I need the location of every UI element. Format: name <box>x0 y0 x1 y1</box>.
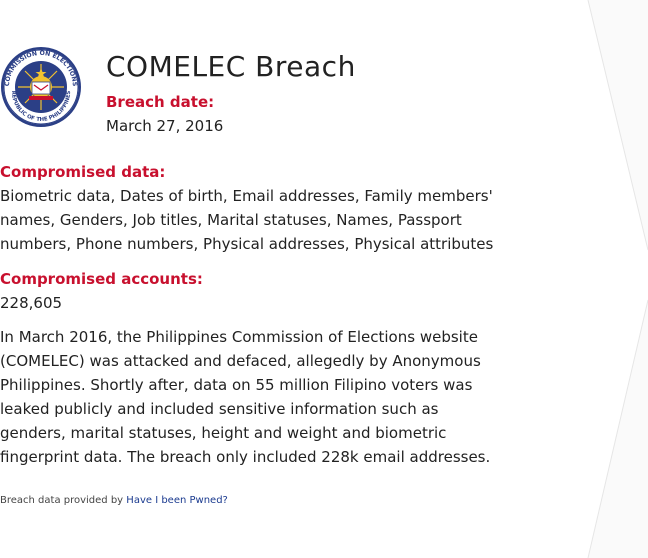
breach-description: In March 2016, the Philippines Commissio… <box>0 325 500 469</box>
compromised-data-value: Biometric data, Dates of birth, Email ad… <box>0 187 494 253</box>
compromised-data-block: Compromised data: Biometric data, Dates … <box>0 160 500 256</box>
hibp-link[interactable]: Have I been Pwned? <box>126 495 228 506</box>
compromised-accounts-block: Compromised accounts: 228,605 <box>0 267 500 315</box>
compromised-accounts-value: 228,605 <box>0 294 63 312</box>
page-title: COMELEC Breach <box>106 50 356 83</box>
compromised-accounts-label: Compromised accounts: <box>0 270 203 288</box>
attribution-prefix: Breach data provided by <box>0 495 124 506</box>
attribution-footer: Breach data provided by Have I been Pwne… <box>0 495 228 506</box>
breach-header: COMMISSION ON ELECTIONS REPUBLIC OF THE … <box>0 44 500 144</box>
breach-date-label: Breach date: <box>106 93 215 111</box>
breach-description-text: In March 2016, the Philippines Commissio… <box>0 328 491 466</box>
breach-date-block: Breach date: March 27, 2016 <box>106 90 223 138</box>
compromised-data-label: Compromised data: <box>0 163 166 181</box>
breach-date-value: March 27, 2016 <box>106 117 224 135</box>
breach-card: COMMISSION ON ELECTIONS REPUBLIC OF THE … <box>0 0 648 558</box>
comelec-seal-icon: COMMISSION ON ELECTIONS REPUBLIC OF THE … <box>1 47 81 127</box>
